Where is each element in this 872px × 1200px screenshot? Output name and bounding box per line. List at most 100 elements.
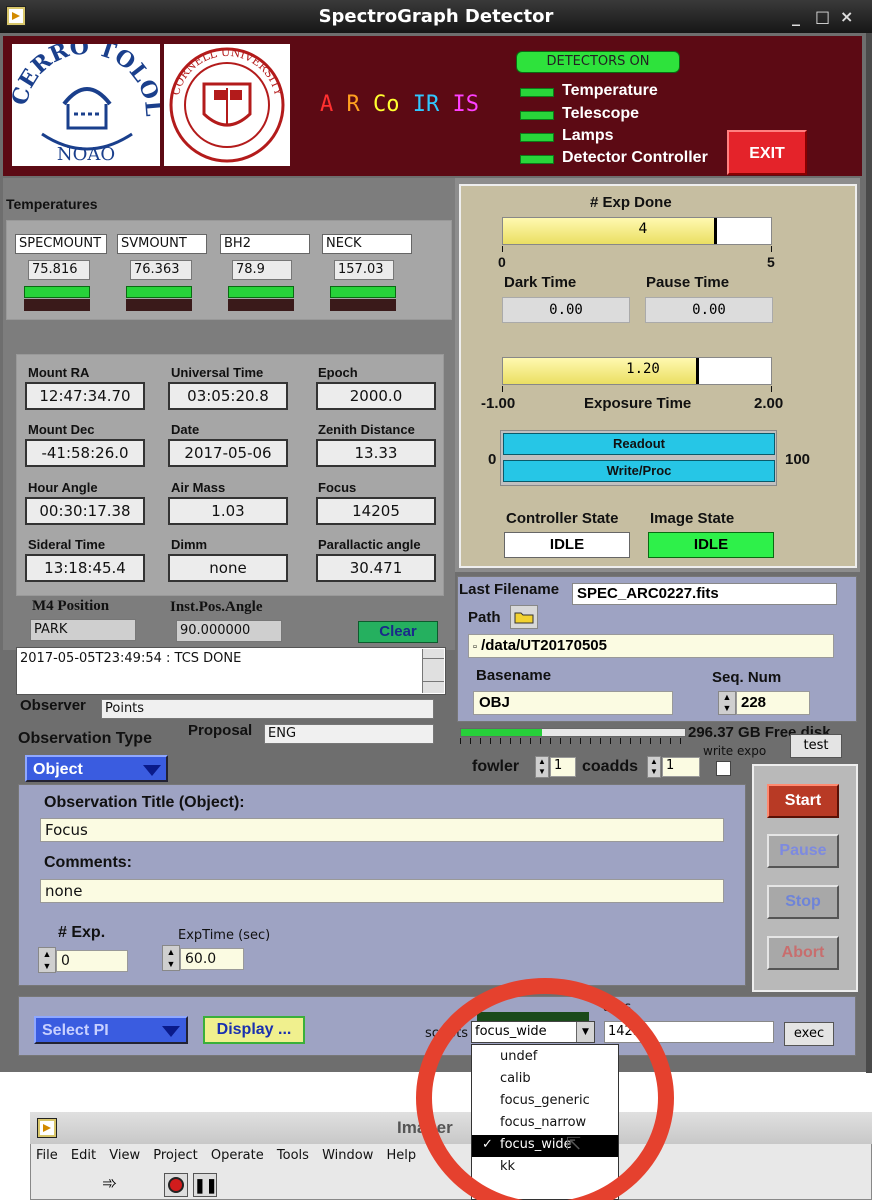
- num-exp-label: # Exp.: [58, 924, 106, 941]
- clear-button[interactable]: Clear: [358, 621, 438, 643]
- field-label: Hour Angle: [28, 480, 98, 495]
- close-button[interactable]: ×: [840, 7, 853, 26]
- field-label: Mount RA: [28, 365, 90, 380]
- sensor-value: 78.9: [232, 260, 292, 280]
- comments-input[interactable]: none: [40, 879, 724, 903]
- start-button[interactable]: Start: [767, 784, 839, 818]
- menu-help[interactable]: Help: [386, 1148, 416, 1163]
- field-value: 30.471: [316, 554, 436, 582]
- window-title: SpectroGraph Detector: [318, 6, 554, 27]
- sensor-alarm-bar: [228, 299, 294, 311]
- menu-project[interactable]: Project: [153, 1148, 197, 1163]
- window-titlebar[interactable]: SpectroGraph Detector _ □ ×: [0, 0, 872, 33]
- last-filename-label: Last Filename: [459, 581, 560, 598]
- log-scrollbar[interactable]: [422, 649, 444, 693]
- field-value: 2017-05-06: [168, 439, 288, 467]
- writeproc-bar: Write/Proc: [503, 460, 775, 482]
- image-state-value: IDLE: [648, 532, 774, 558]
- disk-usage-bar: [460, 728, 686, 737]
- stop-button[interactable]: Stop: [767, 885, 839, 919]
- chevron-down-icon: [162, 1026, 180, 1037]
- sensor-ok-bar: [126, 286, 192, 298]
- sensor-alarm-bar: [24, 299, 90, 311]
- field-value: 13:18:45.4: [25, 554, 145, 582]
- fowler-stepper[interactable]: ▲ ▼: [535, 756, 549, 778]
- exptime-sec-input[interactable]: 60.0: [180, 948, 244, 970]
- abort-button[interactable]: Abort: [767, 936, 839, 970]
- path-input[interactable]: ▫ /data/UT20170505: [468, 634, 834, 658]
- controller-state-value: IDLE: [504, 532, 630, 558]
- coadds-input[interactable]: 1: [662, 757, 700, 777]
- menu-file[interactable]: File: [36, 1148, 58, 1163]
- progress-max: 100: [785, 451, 811, 468]
- minimize-button[interactable]: _: [792, 7, 800, 26]
- num-exp-input[interactable]: 0: [56, 950, 128, 972]
- sensor-name: NECK: [322, 234, 412, 254]
- fowler-input[interactable]: 1: [550, 757, 576, 777]
- dark-time-label: Dark Time: [504, 274, 577, 291]
- coadds-stepper[interactable]: ▲ ▼: [647, 756, 661, 778]
- m4-position-label: M4 Position: [32, 598, 110, 614]
- arcoiris-r: R: [346, 92, 360, 117]
- field-value: 1.03: [168, 497, 288, 525]
- arcoiris-is: IS: [452, 92, 480, 117]
- exp-done-label: # Exp Done: [590, 194, 672, 211]
- detector-controller-led: [520, 155, 554, 164]
- observation-type-value: Object: [33, 761, 83, 778]
- temperature-led: [520, 88, 554, 97]
- folder-icon[interactable]: [510, 605, 538, 629]
- num-exp-stepper[interactable]: ▲ ▼: [38, 947, 56, 973]
- field-label: Mount Dec: [28, 422, 95, 437]
- write-expo-label: write expo: [703, 744, 767, 758]
- controller-state-label: Controller State: [506, 510, 619, 527]
- observer-input[interactable]: Points: [101, 699, 434, 719]
- arcoiris-co: Co: [373, 92, 400, 117]
- observation-title-input[interactable]: Focus: [40, 818, 724, 842]
- menu-edit[interactable]: Edit: [71, 1148, 96, 1163]
- select-pi-dropdown[interactable]: Select PI: [34, 1016, 188, 1044]
- menu-window[interactable]: Window: [322, 1148, 373, 1163]
- exptime-sec-stepper[interactable]: ▲ ▼: [162, 945, 180, 971]
- imager-app-icon: [37, 1118, 57, 1138]
- field-label: Sideral Time: [28, 537, 106, 552]
- maximize-button[interactable]: □: [815, 7, 830, 26]
- exptime-max: 2.00: [754, 395, 784, 412]
- exec-button[interactable]: exec: [784, 1022, 834, 1046]
- exit-button[interactable]: EXIT: [727, 130, 807, 175]
- exp-done-bar: 4: [502, 217, 772, 245]
- pause-icon[interactable]: ❚❚: [193, 1173, 217, 1197]
- run-arrow-icon[interactable]: ➾: [102, 1173, 128, 1197]
- sensor-ok-bar: [24, 286, 90, 298]
- arcoiris-a: A: [320, 92, 334, 117]
- field-label: Air Mass: [171, 480, 226, 495]
- seq-num-input[interactable]: 228: [736, 691, 810, 715]
- observer-label: Observer: [20, 697, 86, 714]
- observation-type-label: Observation Type: [18, 730, 152, 747]
- sensor-alarm-bar: [126, 299, 192, 311]
- path-value: /data/UT20170505: [481, 637, 607, 654]
- field-value: none: [168, 554, 288, 582]
- pause-button[interactable]: Pause: [767, 834, 839, 868]
- status-detector-controller: Detector Controller: [562, 149, 708, 166]
- inst-pos-angle-value: 90.000000: [176, 620, 282, 642]
- test-button[interactable]: test: [790, 734, 842, 758]
- record-button[interactable]: [164, 1173, 188, 1197]
- write-expo-checkbox[interactable]: [716, 761, 731, 776]
- display-button[interactable]: Display ...: [203, 1016, 305, 1044]
- menu-view[interactable]: View: [109, 1148, 140, 1163]
- detectors-on-indicator: DETECTORS ON: [516, 51, 680, 73]
- menu-tools[interactable]: Tools: [277, 1148, 309, 1163]
- field-label: Focus: [318, 480, 357, 495]
- field-value: 14205: [316, 497, 436, 525]
- menu-operate[interactable]: Operate: [211, 1148, 264, 1163]
- exptime-label: Exposure Time: [584, 395, 692, 412]
- field-value: 13.33: [316, 439, 436, 467]
- proposal-input[interactable]: ENG: [264, 724, 434, 744]
- exptime-sec-label: ExpTime (sec): [178, 928, 271, 943]
- seq-num-stepper[interactable]: ▲ ▼: [718, 691, 736, 715]
- log-textarea[interactable]: 2017-05-05T23:49:54 : TCS DONE: [16, 647, 446, 695]
- exptime-value: 1.20: [626, 361, 660, 377]
- telescope-led: [520, 111, 554, 120]
- basename-input[interactable]: OBJ: [473, 691, 673, 715]
- observation-type-select[interactable]: Object: [25, 755, 168, 782]
